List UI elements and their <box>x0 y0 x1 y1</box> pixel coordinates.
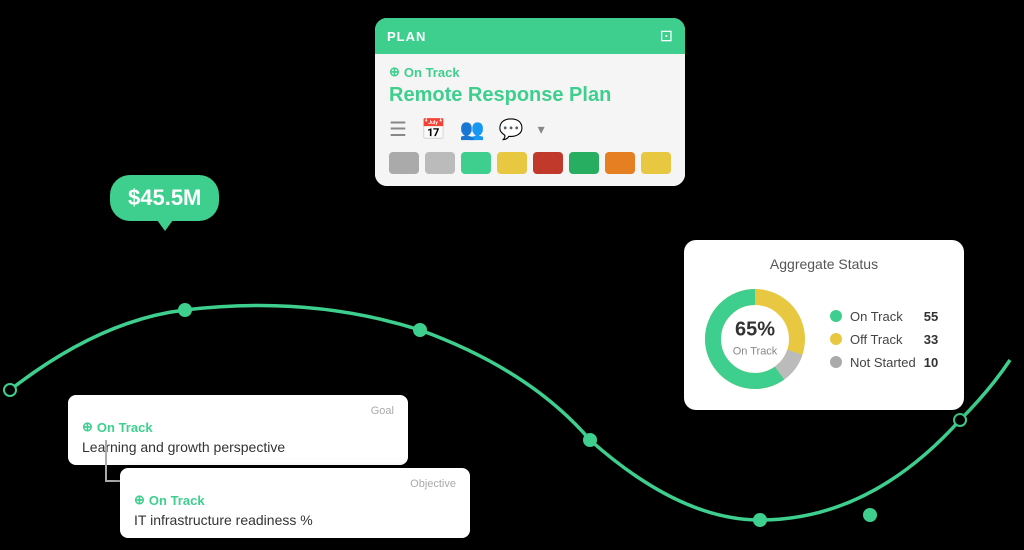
legend-label-notstarted: Not Started <box>850 355 916 370</box>
team-icon[interactable]: 👥 <box>460 117 485 142</box>
comment-icon[interactable]: 💬 <box>499 117 524 142</box>
plan-status: ⊕ On Track <box>389 64 671 80</box>
plan-icons-row: ☰ 📅 👥 💬 ▾ <box>389 117 671 142</box>
color-swatch-red[interactable] <box>533 152 563 174</box>
plan-card-body: ⊕ On Track Remote Response Plan ☰ 📅 👥 💬 … <box>375 54 685 186</box>
plan-header-label: PLAN <box>387 29 426 44</box>
plan-card-header: PLAN ⊡ <box>375 18 685 54</box>
legend-dot-offtrack <box>830 333 842 345</box>
plan-colors-row <box>389 152 671 174</box>
donut-chart: 65% On Track <box>700 284 810 394</box>
color-swatch-green[interactable] <box>461 152 491 174</box>
legend-item-ontrack: On Track 55 <box>830 309 938 324</box>
plan-name: Remote Response Plan <box>389 84 671 107</box>
curve-dot-5 <box>753 513 767 527</box>
objective-connector-vertical <box>105 440 107 480</box>
aggregate-status-card: Aggregate Status 65% On Track On Track <box>684 240 964 410</box>
calendar-icon[interactable]: 📅 <box>421 117 446 142</box>
objective-status: ⊕ On Track <box>134 492 456 508</box>
curve-dot-6 <box>863 508 877 522</box>
edit-icon[interactable]: ⊡ <box>660 26 673 46</box>
list-icon[interactable]: ☰ <box>389 117 407 142</box>
legend-dot-ontrack <box>830 310 842 322</box>
legend-count-notstarted: 10 <box>924 355 938 370</box>
color-swatch-gray2[interactable] <box>425 152 455 174</box>
objective-description: IT infrastructure readiness % <box>134 512 456 528</box>
curve-dot-2 <box>178 303 192 317</box>
budget-amount: $45.5M <box>128 185 201 210</box>
color-swatch-yellow[interactable] <box>497 152 527 174</box>
legend: On Track 55 Off Track 33 Not Started 10 <box>830 309 938 370</box>
legend-label-offtrack: Off Track <box>850 332 903 347</box>
color-swatch-orange[interactable] <box>605 152 635 174</box>
color-swatch-gold[interactable] <box>641 152 671 174</box>
plan-card: PLAN ⊡ ⊕ On Track Remote Response Plan ☰… <box>375 18 685 186</box>
donut-sublabel: On Track <box>733 346 778 358</box>
curve-dot-7 <box>953 413 967 427</box>
donut-center: 65% On Track <box>733 319 778 360</box>
color-swatch-gray1[interactable] <box>389 152 419 174</box>
goal-card: Goal ⊕ On Track Learning and growth pers… <box>68 395 408 465</box>
curve-dot-4 <box>583 433 597 447</box>
goal-tag: Goal <box>82 405 394 417</box>
color-swatch-darkgreen[interactable] <box>569 152 599 174</box>
aggregate-content: 65% On Track On Track 55 Off Track 33 No… <box>700 284 948 394</box>
goal-description: Learning and growth perspective <box>82 439 394 455</box>
aggregate-title: Aggregate Status <box>700 256 948 272</box>
curve-dot-1 <box>3 383 17 397</box>
donut-percentage: 65% <box>733 319 778 342</box>
curve-dot-3 <box>413 323 427 337</box>
goal-status: ⊕ On Track <box>82 419 394 435</box>
check-circle-icon: ⊕ <box>389 64 400 80</box>
legend-count-offtrack: 33 <box>924 332 938 347</box>
goal-status-icon: ⊕ <box>82 419 93 435</box>
objective-status-icon: ⊕ <box>134 492 145 508</box>
legend-count-ontrack: 55 <box>924 309 938 324</box>
budget-bubble: $45.5M <box>110 175 219 221</box>
legend-item-offtrack: Off Track 33 <box>830 332 938 347</box>
objective-card: Objective ⊕ On Track IT infrastructure r… <box>120 468 470 538</box>
objective-tag: Objective <box>134 478 456 490</box>
legend-label-ontrack: On Track <box>850 309 903 324</box>
legend-dot-notstarted <box>830 356 842 368</box>
legend-item-notstarted: Not Started 10 <box>830 355 938 370</box>
chevron-down-icon[interactable]: ▾ <box>538 121 545 138</box>
